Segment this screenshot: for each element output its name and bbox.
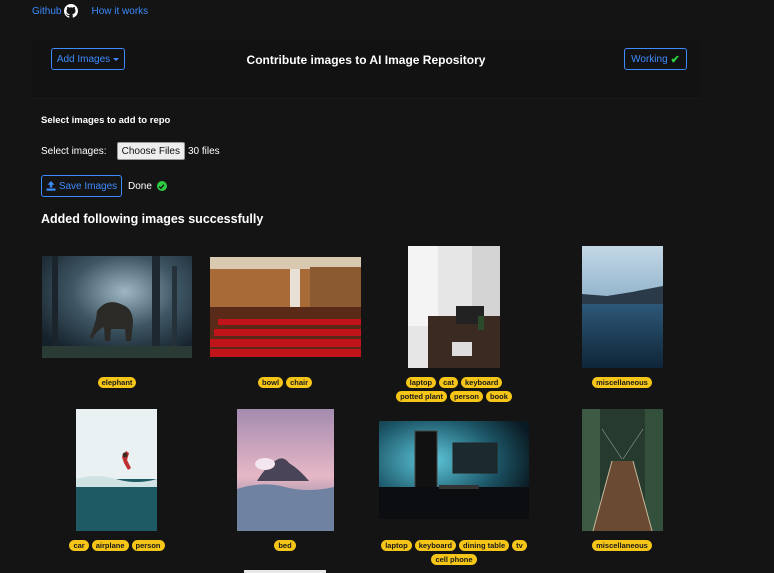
tag: bowl [257, 377, 284, 388]
tag: cat [439, 377, 458, 388]
file-count: 30 files [187, 145, 220, 157]
working-status-button[interactable]: Working ✔ [624, 48, 687, 70]
tag-list: elephant [37, 377, 197, 388]
result-image-desk [408, 246, 500, 368]
result-card: miscellaneous [542, 405, 722, 565]
success-check-icon [156, 181, 167, 191]
result-image-bridge [582, 409, 663, 531]
result-card: car airplane person [37, 405, 217, 565]
select-images-label: Select images: [41, 145, 107, 157]
save-images-label: Save Images [58, 180, 118, 192]
check-icon: ✔ [670, 53, 680, 66]
tag: person [449, 391, 483, 402]
tag: chair [286, 377, 313, 388]
result-image-elephant [42, 256, 192, 358]
tag: miscellaneous [592, 540, 652, 551]
tag: book [486, 391, 512, 402]
how-it-works-link[interactable]: How it works [91, 6, 148, 17]
tag: cell phone [431, 554, 477, 565]
tag: car [69, 540, 89, 551]
result-card: bed [205, 405, 385, 565]
tag: person [131, 540, 165, 551]
page-title: Contribute images to AI Image Repository [246, 53, 486, 67]
tag: miscellaneous [592, 377, 652, 388]
result-image-computer-setup [379, 421, 529, 519]
tag: laptop [405, 377, 437, 388]
tag-list: laptop keyboard dining table tv cell pho… [379, 540, 529, 565]
result-card: laptop keyboard dining table tv cell pho… [374, 405, 554, 570]
tag: airplane [91, 540, 129, 551]
tag: dining table [459, 540, 510, 551]
tag: keyboard [460, 377, 503, 388]
result-image-beach-jump [76, 409, 157, 531]
github-link[interactable]: Github [32, 6, 61, 17]
tag-list: miscellaneous [542, 540, 702, 551]
tag: keyboard [414, 540, 457, 551]
save-row: Save Images Done [41, 175, 167, 197]
result-card: bowl chair [205, 240, 385, 400]
file-select-row: Select images: Choose Files 30 files [41, 142, 220, 160]
result-card: laptop cat keyboard potted plant person … [374, 240, 554, 405]
tag: elephant [97, 377, 137, 388]
tag: laptop [381, 540, 412, 551]
tag-list: miscellaneous [542, 377, 702, 388]
working-label: Working [631, 53, 668, 65]
choose-files-button[interactable]: Choose Files [116, 142, 185, 160]
tag-list: car airplane person [37, 540, 197, 551]
result-card: miscellaneous [542, 240, 722, 400]
section-label: Select images to add to repo [41, 115, 171, 126]
status-text: Done [128, 180, 152, 192]
github-icon[interactable] [64, 4, 79, 18]
upload-icon [46, 181, 56, 191]
tag-list: laptop cat keyboard potted plant person … [389, 377, 519, 402]
top-links: Github How it works [32, 3, 148, 19]
tag: bed [274, 540, 296, 551]
tag-list: bed [205, 540, 365, 551]
result-image-theater [210, 257, 361, 357]
save-images-button[interactable]: Save Images [41, 175, 122, 197]
result-image-lake [582, 246, 663, 368]
navbar: Add Images Contribute images to AI Image… [32, 40, 700, 99]
tag: potted plant [396, 391, 447, 402]
result-image-volcano [237, 409, 334, 531]
tag-list: bowl chair [205, 377, 365, 388]
result-card: elephant [37, 240, 217, 400]
results-heading: Added following images successfully [41, 212, 264, 226]
tag: tv [512, 540, 527, 551]
